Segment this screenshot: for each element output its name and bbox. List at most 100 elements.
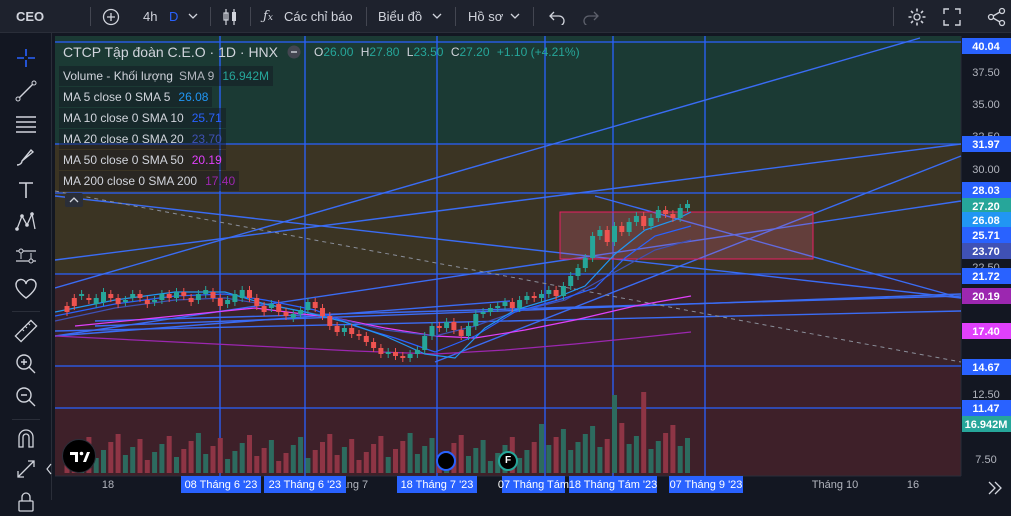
candle-body [560,286,566,296]
candle-body [188,298,194,302]
profile-button[interactable]: Hồ sơ [468,0,503,33]
redo-icon[interactable] [582,9,600,25]
gear-icon[interactable] [907,7,927,27]
change-value: +1.10 (+4.21%) [496,45,580,59]
volume-bar [378,436,384,473]
interval-favorite[interactable]: D [169,0,178,33]
crosshair-icon[interactable] [12,44,40,72]
candle-body [655,210,661,218]
volume-bar [655,441,661,473]
volume-bar [261,448,267,473]
candles-icon[interactable] [221,7,239,27]
share-icon[interactable] [987,7,1007,27]
chart-menu-button[interactable]: Biểu đồ [378,0,422,33]
candle-body [305,302,311,310]
zoom-in-icon[interactable] [12,350,40,378]
date-badge: 23 Tháng 6 '23 [269,479,342,491]
candle-body [247,290,252,298]
financials-event-marker[interactable]: F [498,451,518,471]
price-badge: 17.40 [972,326,1000,338]
legend-row[interactable]: MA 5 close 0 SMA 5 26.08 [59,87,213,107]
event-marker-icon[interactable] [436,451,456,471]
candle-body [203,290,209,294]
heart-icon[interactable] [12,275,40,303]
price-tick-label: 37.50 [972,67,1000,79]
candle-body [144,300,150,304]
candle-body [122,300,128,302]
magnet-icon[interactable] [12,425,40,453]
volume-bar [195,433,201,473]
legend-row[interactable]: MA 20 close 0 SMA 20 23.70 [59,129,226,149]
volume-bar [122,455,128,473]
lock-icon[interactable] [12,488,40,516]
volume-bar [626,444,632,473]
legend-row[interactable]: Volume - Khối lượng SMA 9 16.942M [59,66,274,86]
stay-in-drawing-icon[interactable] [12,455,40,483]
volume-bar [276,461,282,473]
candle-body [648,218,654,226]
trend-line-icon[interactable] [12,77,40,105]
volume-bar [130,447,136,473]
legend-title[interactable]: CTCP Tập đoàn C.E.O · 1D · HNX [59,40,282,64]
volume-bar [144,460,150,473]
date-badge: 18 Tháng Tám '23 [569,479,658,491]
text-tool-icon[interactable] [12,176,40,204]
fib-retracement-icon[interactable] [12,110,40,138]
toolbar-divider [366,7,367,26]
candle-body [261,306,267,312]
candle-body [312,302,318,308]
symbol-search[interactable]: CEO [16,0,44,33]
volume-bar [312,450,318,473]
brush-icon[interactable] [12,143,40,171]
fullscreen-icon[interactable] [943,8,961,26]
volume-bar [232,451,238,473]
price-badge: 28.03 [972,185,1000,197]
prediction-icon[interactable] [12,242,40,270]
price-badge: 27.20 [972,201,1000,213]
interval-button[interactable]: 4h [143,0,157,33]
toolbar-divider [90,7,91,26]
function-icon[interactable]: ƒx [263,0,273,33]
drawing-toolbar [0,33,52,512]
collapse-toolbar-icon[interactable] [46,463,52,475]
tradingview-logo [62,439,96,473]
legend-row-value: 23.70 [191,132,222,146]
volume-bar [152,452,158,473]
volume-bar [524,450,530,473]
zoom-out-icon[interactable] [12,383,40,411]
candle-body [130,294,136,298]
indicators-button[interactable]: Các chỉ báo [284,0,353,33]
candle-body [582,258,588,268]
time-axis-label: Tháng 10 [812,479,858,491]
chevron-down-icon[interactable] [510,13,520,21]
ruler-icon[interactable] [12,317,40,345]
candle-body [458,330,464,336]
legend-row[interactable]: MA 10 close 0 SMA 10 25.71 [59,108,226,128]
volume-bar [619,423,625,473]
volume-bar [414,454,420,473]
legend-row[interactable]: MA 50 close 0 SMA 50 20.19 [59,150,226,170]
candle-body [181,292,187,296]
undo-icon[interactable] [548,9,566,25]
candle-body [495,306,501,308]
price-badge: 31.97 [972,139,1000,151]
collapse-legend-icon[interactable] [287,45,301,59]
candle-body [115,298,121,304]
candle-body [487,308,493,312]
volume-bar [363,452,369,473]
pattern-icon[interactable] [12,209,40,237]
candle-body [320,308,325,316]
price-badge: 14.67 [972,362,1000,374]
close-value: 27.20 [459,45,490,59]
chevron-down-icon[interactable] [188,13,198,21]
volume-bar [407,433,413,473]
candle-body [466,326,471,336]
candle-body [677,208,683,218]
candle-body [166,294,172,298]
add-compare-icon[interactable] [102,8,120,26]
candle-body [64,306,70,312]
candle-body [349,328,355,334]
legend-row[interactable]: MA 200 close 0 SMA 200 17.40 [59,171,240,191]
collapse-indicators-icon[interactable] [65,193,83,207]
chevron-down-icon[interactable] [432,13,442,21]
